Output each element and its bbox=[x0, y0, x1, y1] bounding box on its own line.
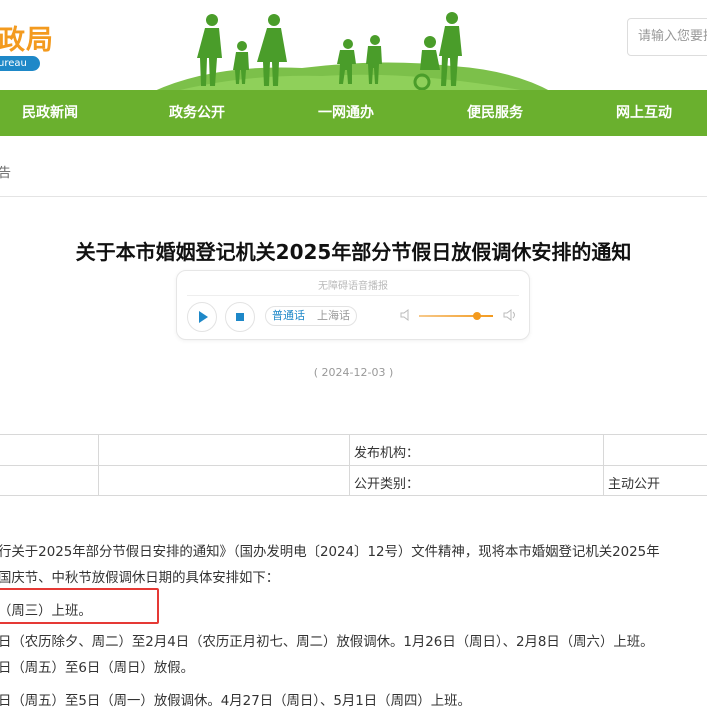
volume-slider[interactable] bbox=[419, 315, 493, 317]
publish-date: ( 2024-12-03 ) bbox=[313, 366, 394, 379]
body-paragraph: 行关于2025年部分节假日安排的通知》（国办发明电〔2024〕12号）文件精神，… bbox=[0, 545, 660, 560]
body-paragraph: 日（周五）至6日（周日）放假。 bbox=[0, 661, 194, 676]
play-button[interactable] bbox=[187, 302, 217, 332]
nav-item-one-stop[interactable]: 一网通办 bbox=[318, 90, 374, 136]
player-label: 无障碍语音播报 bbox=[318, 281, 388, 292]
body-paragraph: 日（农历除夕、周二）至2月4日（农历正月初七、周二）放假调休。1月26日（周日）… bbox=[0, 635, 654, 650]
divider bbox=[0, 196, 707, 197]
lang-shanghainese-option[interactable]: 上海话 bbox=[311, 307, 356, 325]
category-label: 公开类别： bbox=[354, 477, 420, 492]
play-icon bbox=[199, 311, 208, 323]
body-paragraph: 国庆节、中秋节放假调休日期的具体安排如下： bbox=[0, 571, 280, 586]
volume-slider-thumb[interactable] bbox=[473, 312, 481, 320]
search-input[interactable] bbox=[628, 19, 707, 53]
site-logo[interactable]: 政局 bbox=[0, 18, 54, 57]
nav-item-gov-affairs[interactable]: 政务公开 bbox=[169, 90, 225, 136]
nav-item-services[interactable]: 便民服务 bbox=[467, 90, 523, 136]
site-header: 政局 ureau bbox=[0, 0, 707, 92]
language-switch: 普通话 上海话 bbox=[265, 306, 357, 326]
category-value: 主动公开 bbox=[608, 477, 661, 492]
stop-button[interactable] bbox=[225, 302, 255, 332]
breadcrumb[interactable]: 告 bbox=[0, 162, 11, 181]
family-silhouette-icon bbox=[197, 12, 462, 90]
highlight-box bbox=[0, 588, 159, 624]
page-title: 关于本市婚姻登记机关2025年部分节假日放假调休安排的通知 bbox=[75, 240, 632, 264]
audio-player: 无障碍语音播报 普通话 上海话 bbox=[176, 270, 530, 340]
volume-high-icon bbox=[503, 309, 515, 321]
publisher-label: 发布机构： bbox=[354, 446, 420, 461]
stop-icon bbox=[236, 313, 244, 321]
search-box bbox=[627, 18, 707, 56]
volume-low-icon bbox=[400, 309, 409, 321]
lang-mandarin-option[interactable]: 普通话 bbox=[266, 307, 311, 325]
player-divider bbox=[187, 295, 519, 296]
nav-item-interaction[interactable]: 网上互动 bbox=[616, 90, 672, 136]
body-paragraph: 日（周五）至5日（周一）放假调休。4月27日（周日）、5月1日（周四）上班。 bbox=[0, 694, 471, 709]
site-logo-subtitle: ureau bbox=[0, 56, 40, 71]
nav-item-news[interactable]: 民政新闻 bbox=[22, 90, 78, 136]
main-nav: 民政新闻 政务公开 一网通办 便民服务 网上互动 bbox=[0, 90, 707, 136]
